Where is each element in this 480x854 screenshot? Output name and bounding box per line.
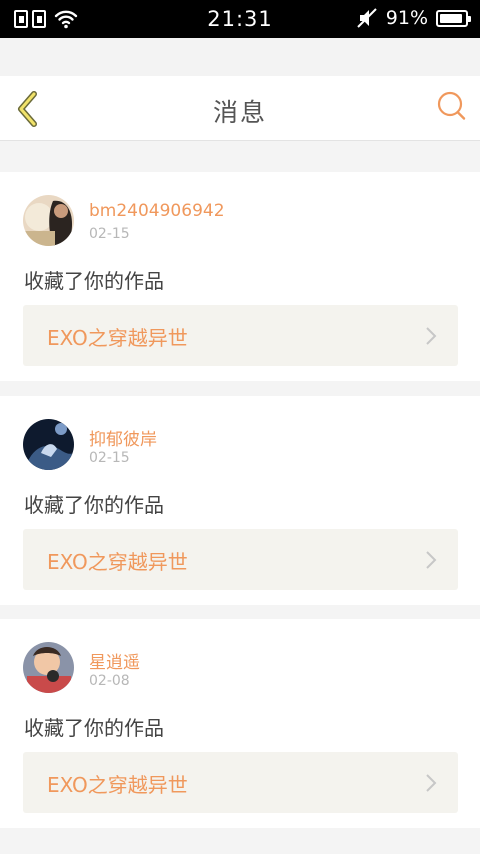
username[interactable]: bm2404906942 [89, 201, 225, 221]
chevron-right-icon [426, 774, 437, 792]
username[interactable]: 星逍遥 [89, 648, 140, 673]
work-title: EXO之穿越异世 [47, 550, 188, 574]
message-date: 02-08 [89, 673, 130, 689]
top-spacer [0, 38, 480, 76]
username[interactable]: 抑郁彼岸 [89, 425, 157, 450]
chevron-right-icon [426, 327, 437, 345]
action-text: 收藏了你的作品 [24, 716, 164, 740]
message-date: 02-15 [89, 450, 130, 466]
avatar[interactable] [23, 642, 74, 693]
message-card: 星逍遥 02-08 收藏了你的作品 EXO之穿越异世 [0, 619, 480, 828]
message-card: bm2404906942 02-15 收藏了你的作品 EXO之穿越异世 [0, 172, 480, 381]
status-right-icons: 91% [356, 7, 471, 29]
search-icon[interactable] [436, 90, 468, 124]
action-text: 收藏了你的作品 [24, 269, 164, 293]
work-link[interactable]: EXO之穿越异世 [23, 305, 458, 366]
avatar[interactable] [23, 419, 74, 470]
work-link[interactable]: EXO之穿越异世 [23, 529, 458, 590]
work-title: EXO之穿越异世 [47, 326, 188, 350]
message-card: 抑郁彼岸 02-15 收藏了你的作品 EXO之穿越异世 [0, 396, 480, 605]
chevron-right-icon [426, 551, 437, 569]
mute-icon [357, 8, 377, 28]
action-text: 收藏了你的作品 [24, 493, 164, 517]
page-title: 消息 [212, 98, 267, 127]
header-bar: 消息 [0, 76, 480, 141]
message-date: 02-15 [89, 226, 130, 242]
work-title: EXO之穿越异世 [47, 773, 188, 797]
status-bar: 21:31 91% [0, 0, 480, 38]
avatar[interactable] [23, 195, 74, 246]
work-link[interactable]: EXO之穿越异世 [23, 752, 458, 813]
battery-percent: 91% [385, 7, 428, 29]
battery-icon [436, 9, 471, 27]
